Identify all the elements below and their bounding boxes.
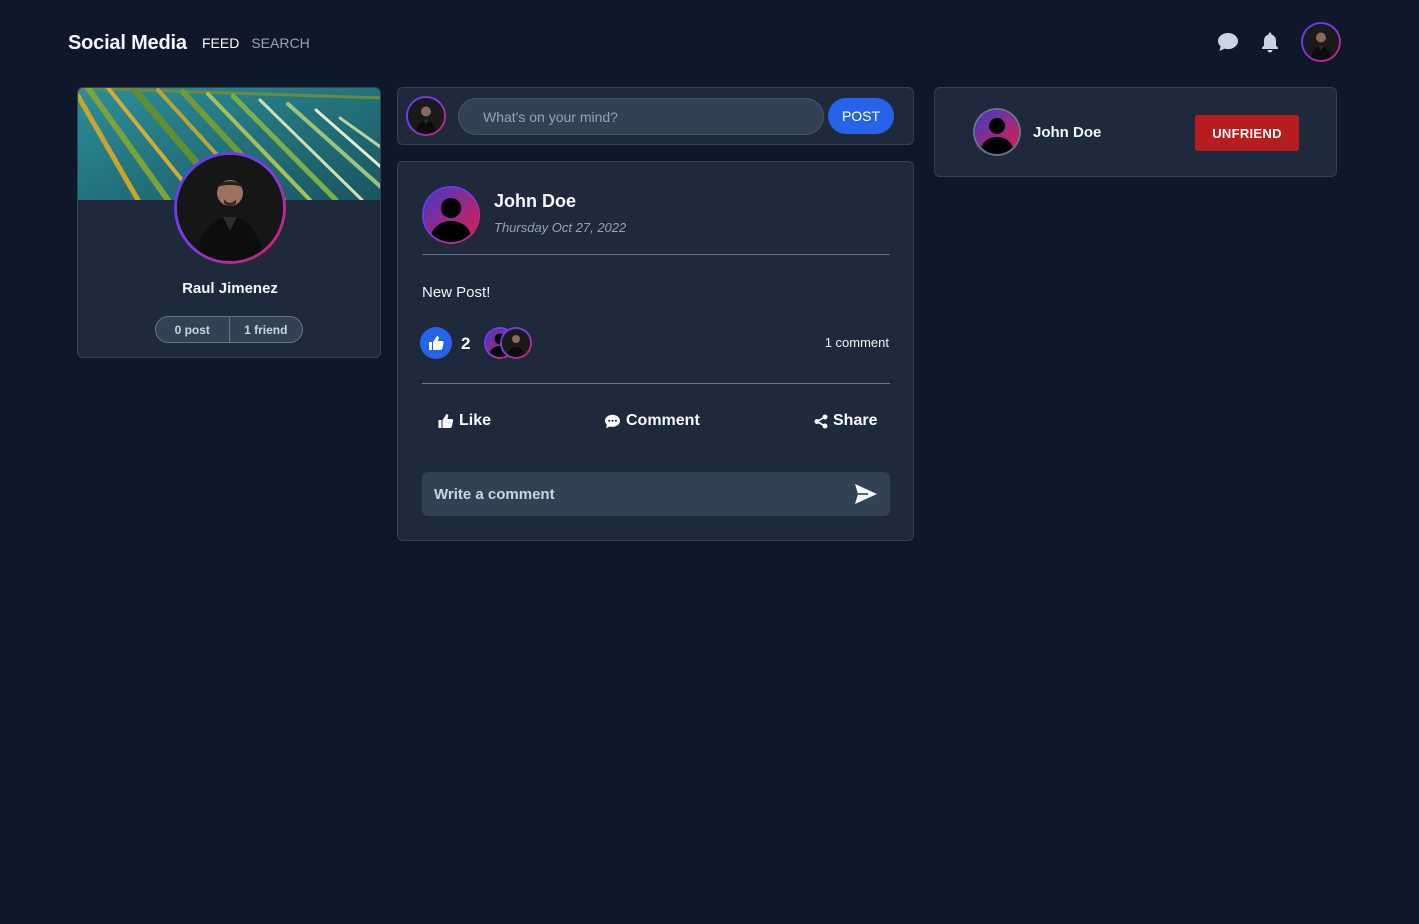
thumbs-up-icon <box>438 414 454 428</box>
liker-avatar <box>500 327 532 359</box>
comment-label: Comment <box>626 412 700 429</box>
friend-avatar[interactable] <box>973 108 1021 156</box>
nav-search[interactable]: SEARCH <box>251 35 309 51</box>
comment-icon <box>605 414 620 428</box>
chat-bubble-icon[interactable] <box>1217 31 1239 53</box>
unfriend-button[interactable]: UNFRIEND <box>1195 115 1299 151</box>
nav-feed[interactable]: FEED <box>202 35 239 51</box>
profile-card: Raul Jimenez 0 post 1 friend <box>77 87 381 358</box>
share-label: Share <box>833 412 878 429</box>
profile-stats: 0 post 1 friend <box>155 316 303 343</box>
friend-count[interactable]: 1 friend <box>228 317 303 342</box>
share-icon <box>814 414 828 428</box>
post-date: Thursday Oct 27, 2022 <box>494 220 627 235</box>
post-card: John Doe Thursday Oct 27, 2022 New Post!… <box>397 161 914 541</box>
post-author-avatar[interactable] <box>422 186 480 244</box>
user-avatar[interactable] <box>1301 22 1341 62</box>
like-button[interactable]: Like <box>437 412 491 430</box>
like-label: Like <box>459 412 492 429</box>
send-icon[interactable] <box>854 483 878 505</box>
brand-logo[interactable]: Social Media <box>68 32 187 55</box>
header-actions <box>1217 22 1341 62</box>
composer-input[interactable] <box>458 98 824 135</box>
friend-name[interactable]: John Doe <box>1033 124 1101 141</box>
divider <box>422 254 890 255</box>
profile-name[interactable]: Raul Jimenez <box>78 280 380 297</box>
friend-card: John Doe UNFRIEND <box>934 87 1337 177</box>
main-nav: FEED SEARCH <box>202 35 310 51</box>
profile-avatar[interactable] <box>174 152 286 264</box>
top-navbar: Social Media FEED SEARCH <box>0 0 1419 87</box>
thumbs-up-icon <box>429 336 444 350</box>
post-author-name[interactable]: John Doe <box>494 191 576 212</box>
bell-icon[interactable] <box>1259 31 1281 53</box>
post-text: New Post! <box>422 284 491 301</box>
share-button[interactable]: Share <box>814 412 877 430</box>
comment-input[interactable] <box>422 472 842 516</box>
post-composer: POST <box>397 87 914 145</box>
post-actions: Like Comment Share <box>422 412 890 444</box>
comment-count[interactable]: 1 comment <box>825 335 889 350</box>
comment-box <box>422 472 890 516</box>
like-badge <box>420 327 452 359</box>
post-button[interactable]: POST <box>828 98 894 134</box>
likers-avatars[interactable] <box>484 327 536 359</box>
like-count: 2 <box>461 334 471 353</box>
divider <box>422 383 890 384</box>
comment-button[interactable]: Comment <box>604 412 700 430</box>
post-count[interactable]: 0 post <box>156 317 229 342</box>
composer-avatar <box>406 96 446 136</box>
